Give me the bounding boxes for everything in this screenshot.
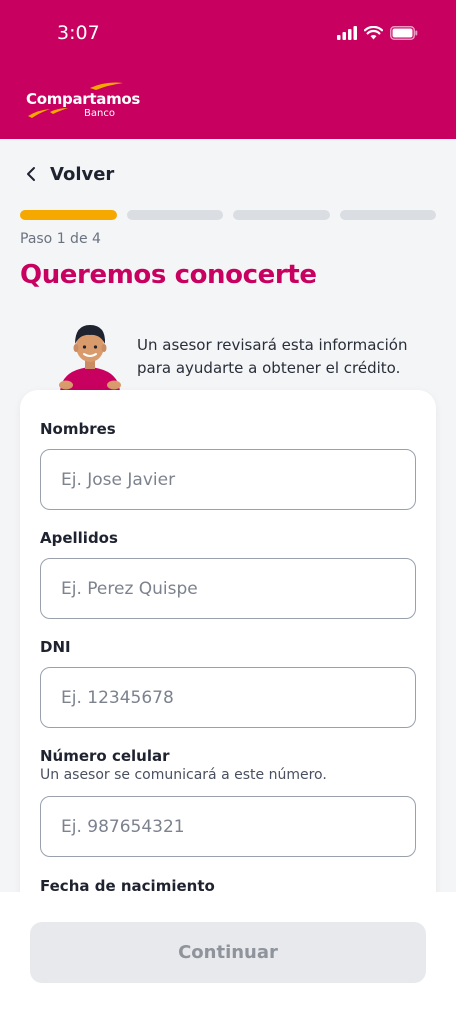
field-label-celular: Número celular (40, 747, 170, 765)
footer-bar: Continuar (0, 892, 456, 1014)
progress-segment (339, 210, 436, 220)
step-progress (20, 210, 436, 220)
battery-icon (390, 26, 418, 40)
field-label-apellidos: Apellidos (40, 529, 118, 547)
dni-input[interactable] (40, 667, 416, 728)
brand-logo: Compartamos Banco (26, 80, 146, 124)
advisor-message: Un asesor revisará esta información para… (137, 336, 408, 377)
step-indicator: Paso 1 de 4 (20, 231, 101, 247)
continue-button[interactable]: Continuar (30, 922, 426, 983)
nombres-input[interactable] (40, 449, 416, 510)
apellidos-input[interactable] (40, 558, 416, 619)
status-time: 3:07 (57, 22, 100, 44)
signal-icon (337, 26, 357, 40)
back-label: Volver (50, 163, 115, 185)
page-title: Queremos conocerte (20, 260, 317, 290)
field-label-nombres: Nombres (40, 420, 116, 438)
advisor-illustration (59, 325, 121, 394)
status-icons (337, 26, 418, 40)
progress-segment (233, 210, 330, 220)
form-card: Nombres Apellidos DNI Número celular Un … (20, 390, 436, 930)
celular-input[interactable] (40, 796, 416, 857)
progress-segment (126, 210, 223, 220)
brand-name: Compartamos (26, 90, 141, 108)
wifi-icon (364, 26, 383, 40)
field-help-celular: Un asesor se comunicará a este número. (40, 767, 327, 783)
back-button[interactable]: Volver (26, 162, 114, 186)
field-label-dni: DNI (40, 638, 71, 656)
brand-subtitle: Banco (84, 108, 115, 119)
chevron-left-icon (27, 167, 35, 181)
progress-segment (20, 210, 117, 220)
app-header: 3:07 Compartamos Banco (0, 0, 456, 139)
